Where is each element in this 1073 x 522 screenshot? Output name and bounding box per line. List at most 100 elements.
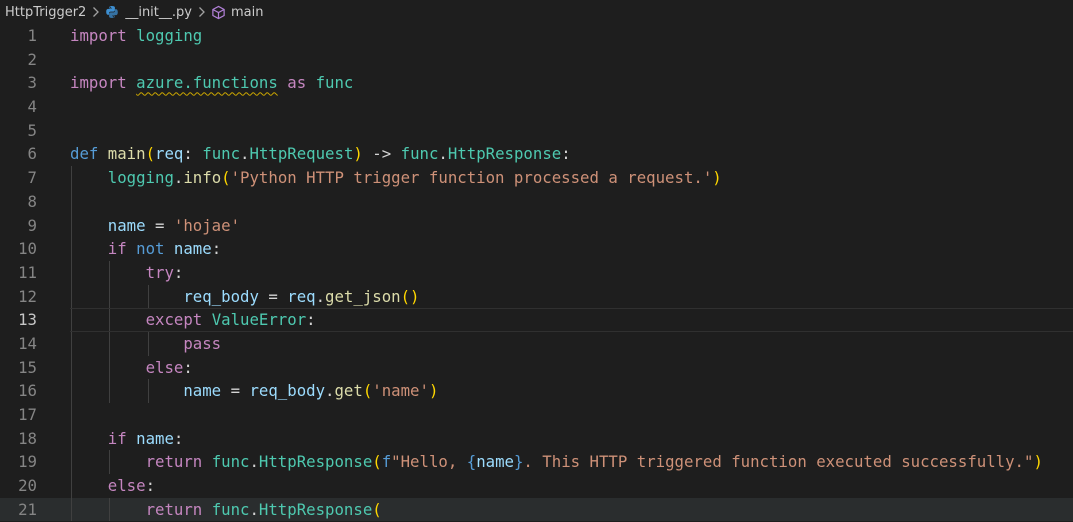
breadcrumb-file[interactable]: __init__.py: [125, 5, 192, 20]
breadcrumb: HttpTrigger2 __init__.py main: [0, 0, 1073, 24]
code-token: ): [1033, 452, 1043, 472]
code-line[interactable]: 5: [0, 119, 1073, 143]
code-token: .: [438, 144, 448, 164]
code-token: func: [400, 144, 439, 164]
code-token: import: [70, 73, 127, 93]
line-content[interactable]: return func.HttpResponse(f"Hello, {name}…: [70, 450, 1043, 474]
code-line[interactable]: 6 def main(req: func.HttpRequest) -> func…: [0, 142, 1073, 166]
code-line[interactable]: 14 pass: [0, 331, 1073, 356]
code-token: f: [381, 452, 392, 472]
line-number: 16: [18, 381, 37, 401]
code-token: logging: [136, 26, 203, 45]
line-number: 7: [27, 168, 37, 188]
code-token: .: [240, 144, 250, 164]
code-token: .: [249, 499, 259, 519]
line-content[interactable]: pass: [70, 332, 221, 356]
chevron-right-icon: [92, 6, 100, 18]
code-line[interactable]: 11 try:: [0, 260, 1073, 285]
line-content[interactable]: if name:: [70, 427, 184, 451]
line-content[interactable]: else:: [70, 356, 193, 380]
code-token: (: [372, 499, 382, 519]
code-token: get: [334, 381, 363, 401]
code-token: (: [145, 144, 156, 164]
code-token: :: [183, 144, 203, 164]
code-line[interactable]: 4: [0, 95, 1073, 119]
line-number: 19: [18, 452, 37, 472]
code-token: (): [400, 286, 420, 306]
line-content[interactable]: else:: [70, 474, 155, 498]
code-token: ): [712, 168, 722, 188]
code-token: req_body: [183, 286, 259, 306]
line-content[interactable]: name = 'hojae': [70, 214, 240, 238]
code-token: =: [258, 286, 288, 306]
code-token: else: [107, 476, 146, 496]
code-line[interactable]: 17: [0, 403, 1073, 427]
code-token: func: [211, 499, 250, 519]
line-content[interactable]: import logging: [70, 24, 202, 48]
code-token: name: [136, 428, 174, 448]
code-token: :: [173, 428, 184, 448]
code-token: name: [476, 452, 514, 472]
line-content[interactable]: except ValueError:: [70, 308, 316, 332]
code-editor[interactable]: HttpTrigger2 __init__.py main 1 import lo…: [0, 0, 1073, 522]
code-token: req_body: [249, 381, 326, 401]
line-content[interactable]: if not name:: [70, 237, 221, 261]
code-line[interactable]: 19 return func.HttpResponse(f"Hello, {na…: [0, 450, 1073, 475]
line-number: 20: [18, 476, 37, 496]
python-file-icon: [105, 5, 119, 19]
code-token: .: [315, 286, 326, 306]
code-token: get_json: [325, 286, 401, 306]
line-number: 18: [18, 428, 37, 448]
code-line[interactable]: 21 return func.HttpResponse(: [0, 497, 1073, 522]
line-number: 5: [27, 120, 37, 140]
line-content[interactable]: return func.HttpResponse(: [70, 498, 382, 522]
code-line[interactable]: 3 import azure.functions as func: [0, 71, 1073, 95]
code-token: if: [107, 239, 127, 259]
line-content[interactable]: import azure.functions as func: [70, 71, 353, 95]
code-token: name: [107, 215, 146, 235]
code-token: func: [202, 144, 241, 164]
code-token: ): [353, 144, 363, 164]
code-line[interactable]: 16 name = req_body.get('name'): [0, 379, 1073, 403]
code-line[interactable]: 20 else:: [0, 474, 1073, 498]
code-token: return: [145, 452, 203, 472]
code-line[interactable]: 9 name = 'hojae': [0, 213, 1073, 238]
code-area[interactable]: 1 import logging 2 3 import azure.functions …: [0, 24, 1073, 522]
code-token: (: [372, 452, 382, 472]
code-token: 'Python HTTP trigger function processed …: [230, 168, 713, 188]
code-line[interactable]: 2: [0, 48, 1073, 72]
line-content[interactable]: try:: [70, 261, 184, 285]
breadcrumb-symbol[interactable]: main: [231, 5, 263, 20]
code-token: else: [145, 357, 184, 377]
code-token: :: [561, 144, 571, 164]
indent-guide: [71, 403, 72, 427]
code-token: 'hojae': [173, 215, 241, 235]
code-token: ValueError: [211, 310, 307, 330]
code-token: "Hello,: [391, 452, 467, 472]
line-content[interactable]: def main(req: func.HttpRequest) -> func.…: [70, 142, 571, 166]
code-token: HttpResponse: [447, 144, 562, 164]
code-line[interactable]: 1 import logging: [0, 24, 1073, 48]
line-content[interactable]: logging.info('Python HTTP trigger functi…: [70, 166, 722, 190]
code-line[interactable]: 7 logging.info('Python HTTP trigger func…: [0, 166, 1073, 190]
line-content[interactable]: req_body = req.get_json(): [70, 285, 420, 309]
code-line[interactable]: 10 if not name:: [0, 237, 1073, 261]
code-line[interactable]: 8: [0, 189, 1073, 214]
code-line[interactable]: 18 if name:: [0, 426, 1073, 451]
line-content[interactable]: name = req_body.get('name'): [70, 379, 438, 403]
breadcrumb-folder[interactable]: HttpTrigger2: [5, 5, 86, 20]
code-line[interactable]: 12 req_body = req.get_json(): [0, 284, 1073, 309]
code-line[interactable]: 15 else:: [0, 355, 1073, 380]
code-line[interactable]: 13 except ValueError:: [0, 308, 1073, 332]
